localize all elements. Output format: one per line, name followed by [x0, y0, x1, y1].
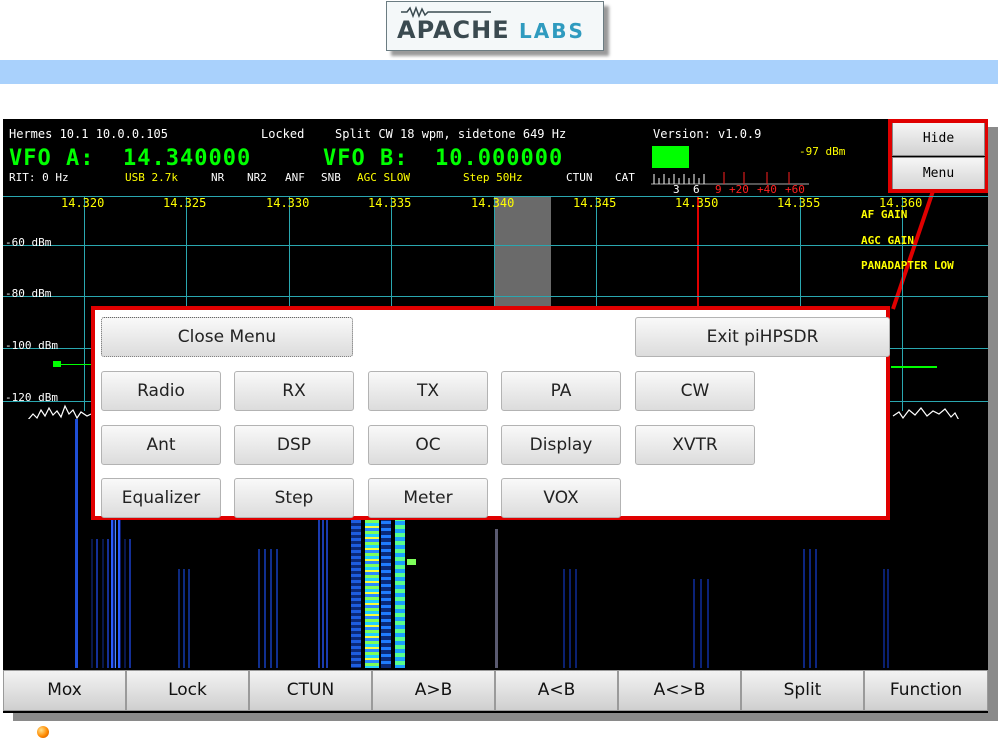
- freq-tick: 14.330: [266, 196, 310, 210]
- vfo-marker: [697, 196, 699, 308]
- bullet-icon: [37, 726, 49, 738]
- grid-line: [902, 196, 903, 411]
- rx-line: [891, 366, 937, 368]
- waterfall-signal: [407, 559, 416, 565]
- grid-line: [3, 245, 988, 246]
- function-button[interactable]: Function: [864, 670, 988, 711]
- apache-labs-logo: APACHE LABS: [386, 1, 604, 51]
- agc-gain-label[interactable]: AGC GAIN: [861, 234, 914, 247]
- freq-tick: 14.340: [471, 196, 515, 210]
- freq-tick: 14.350: [675, 196, 719, 210]
- waterfall-noise: [883, 569, 889, 668]
- waterfall-noise: [693, 579, 713, 668]
- header-band: [0, 60, 998, 84]
- step-menu-button[interactable]: Step: [234, 478, 354, 518]
- ant-menu-button[interactable]: Ant: [101, 425, 221, 465]
- rx-menu-button[interactable]: RX: [234, 371, 354, 411]
- xvtr-menu-button[interactable]: XVTR: [635, 425, 755, 465]
- split-button[interactable]: Split: [741, 670, 864, 711]
- a-to-b-button[interactable]: A>B: [372, 670, 495, 711]
- lock-button[interactable]: Lock: [126, 670, 249, 711]
- waterfall-signal: [395, 509, 405, 668]
- waterfall-noise: [258, 549, 278, 668]
- dbm-label: -60 dBm: [5, 236, 52, 249]
- freq-tick: 14.325: [163, 196, 207, 210]
- waterfall-signal: [75, 419, 78, 668]
- freq-tick: 14.345: [573, 196, 617, 210]
- vox-menu-button[interactable]: VOX: [501, 478, 621, 518]
- display-menu-button[interactable]: Display: [501, 425, 621, 465]
- equalizer-menu-button[interactable]: Equalizer: [101, 478, 221, 518]
- close-menu-button[interactable]: Close Menu: [101, 317, 353, 357]
- dbm-label: -100 dBm: [5, 339, 58, 352]
- dsp-menu-button[interactable]: DSP: [234, 425, 354, 465]
- waterfall-signal: [351, 514, 361, 668]
- freq-tick: 14.355: [777, 196, 821, 210]
- dbm-label: -80 dBm: [5, 287, 52, 300]
- af-gain-label[interactable]: AF GAIN: [861, 208, 907, 221]
- exit-pihpsdr-button[interactable]: Exit piHPSDR: [635, 317, 890, 357]
- swap-ab-button[interactable]: A<>B: [618, 670, 741, 711]
- rx-line: [61, 364, 91, 365]
- main-menu-dialog: Close Menu Exit piHPSDR Radio RX TX PA C…: [91, 306, 890, 520]
- waterfall-noise: [318, 509, 328, 668]
- b-to-a-button[interactable]: A<B: [495, 670, 618, 711]
- panadapter-low-label[interactable]: PANADAPTER LOW: [861, 259, 954, 272]
- meter-menu-button[interactable]: Meter: [368, 478, 488, 518]
- freq-tick: 14.320: [61, 196, 105, 210]
- waterfall-signal: [111, 519, 121, 668]
- pa-menu-button[interactable]: PA: [501, 371, 621, 411]
- waterfall-noise: [803, 549, 819, 668]
- rx-marker: [53, 361, 61, 367]
- logo-word-labs: LABS: [519, 19, 585, 43]
- passband-shade: [494, 196, 551, 308]
- waterfall-noise: [495, 529, 498, 668]
- radio-menu-button[interactable]: Radio: [101, 371, 221, 411]
- freq-tick: 14.335: [368, 196, 412, 210]
- tx-menu-button[interactable]: TX: [368, 371, 488, 411]
- waterfall-noise: [178, 569, 193, 668]
- grid-line: [3, 296, 988, 297]
- grid-line: [84, 196, 85, 411]
- ctun-button[interactable]: CTUN: [249, 670, 372, 711]
- mox-button[interactable]: Mox: [3, 670, 126, 711]
- oc-menu-button[interactable]: OC: [368, 425, 488, 465]
- waterfall-strong-signal: [365, 509, 379, 668]
- logo-word-apache: APACHE: [397, 16, 510, 44]
- waterfall-signal: [381, 514, 391, 668]
- cw-menu-button[interactable]: CW: [635, 371, 755, 411]
- waterfall-noise: [563, 569, 581, 668]
